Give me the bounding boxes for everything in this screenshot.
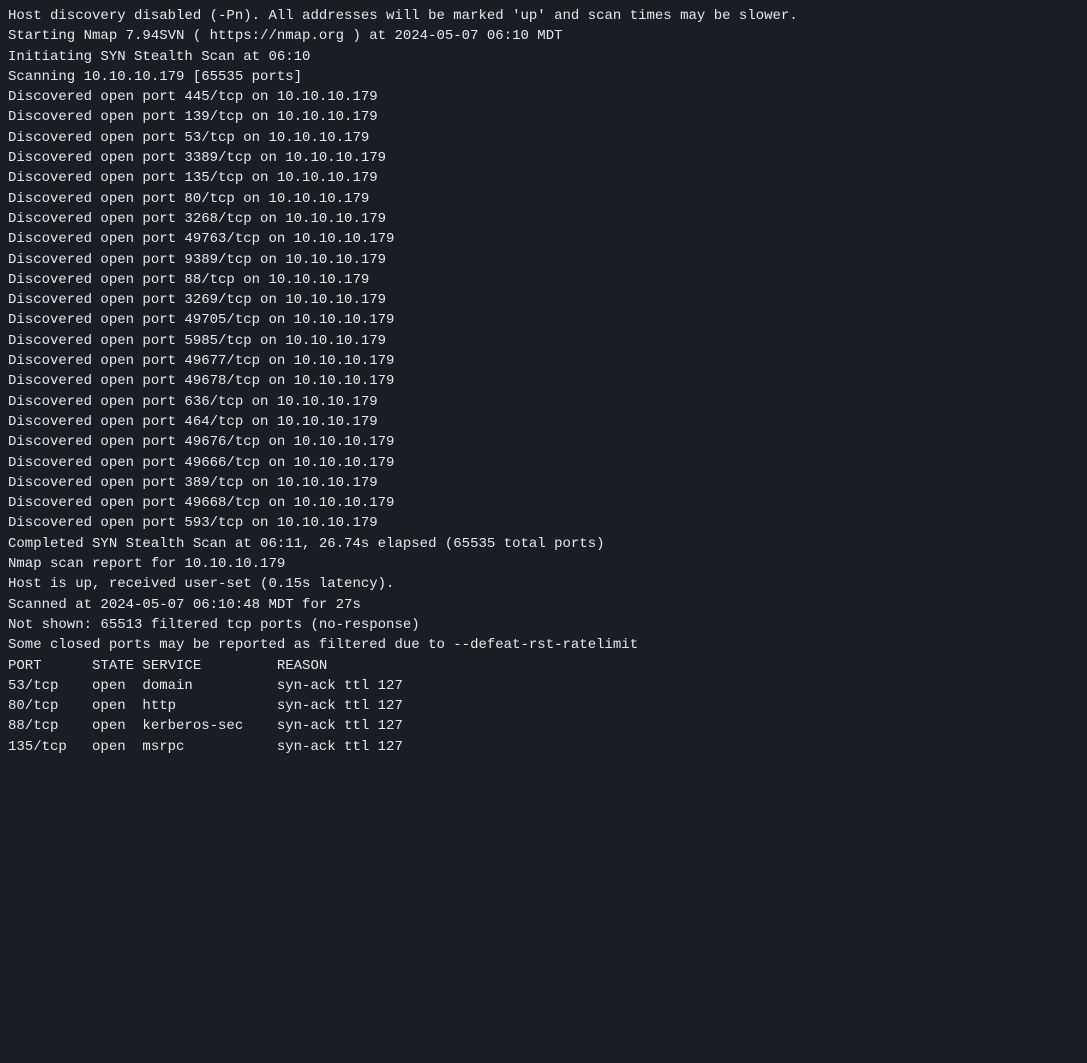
terminal-line: Discovered open port 135/tcp on 10.10.10… [8, 168, 1079, 188]
terminal-line: Host discovery disabled (-Pn). All addre… [8, 6, 1079, 26]
terminal-line: Some closed ports may be reported as fil… [8, 635, 1079, 655]
terminal-output: Host discovery disabled (-Pn). All addre… [8, 6, 1079, 757]
terminal-line: Discovered open port 80/tcp on 10.10.10.… [8, 189, 1079, 209]
terminal-line: Completed SYN Stealth Scan at 06:11, 26.… [8, 534, 1079, 554]
terminal-line: Nmap scan report for 10.10.10.179 [8, 554, 1079, 574]
terminal-line: Discovered open port 49677/tcp on 10.10.… [8, 351, 1079, 371]
terminal-line: Scanning 10.10.10.179 [65535 ports] [8, 67, 1079, 87]
terminal-line: Discovered open port 88/tcp on 10.10.10.… [8, 270, 1079, 290]
terminal-line: Discovered open port 49705/tcp on 10.10.… [8, 310, 1079, 330]
terminal-line: Discovered open port 49676/tcp on 10.10.… [8, 432, 1079, 452]
terminal-line: Discovered open port 139/tcp on 10.10.10… [8, 107, 1079, 127]
terminal-line: 80/tcp open http syn-ack ttl 127 [8, 696, 1079, 716]
terminal-line: Discovered open port 636/tcp on 10.10.10… [8, 392, 1079, 412]
terminal-line: Discovered open port 49666/tcp on 10.10.… [8, 453, 1079, 473]
terminal-line: Discovered open port 3389/tcp on 10.10.1… [8, 148, 1079, 168]
terminal-line: Discovered open port 53/tcp on 10.10.10.… [8, 128, 1079, 148]
terminal-line: Initiating SYN Stealth Scan at 06:10 [8, 47, 1079, 67]
terminal-line: Discovered open port 5985/tcp on 10.10.1… [8, 331, 1079, 351]
terminal-line: PORT STATE SERVICE REASON [8, 656, 1079, 676]
terminal-line: Starting Nmap 7.94SVN ( https://nmap.org… [8, 26, 1079, 46]
terminal-line: Scanned at 2024-05-07 06:10:48 MDT for 2… [8, 595, 1079, 615]
terminal-line: 135/tcp open msrpc syn-ack ttl 127 [8, 737, 1079, 757]
terminal-line: Host is up, received user-set (0.15s lat… [8, 574, 1079, 594]
terminal-line: Discovered open port 3269/tcp on 10.10.1… [8, 290, 1079, 310]
terminal-line: 53/tcp open domain syn-ack ttl 127 [8, 676, 1079, 696]
terminal-line: Discovered open port 9389/tcp on 10.10.1… [8, 250, 1079, 270]
terminal-line: Discovered open port 49668/tcp on 10.10.… [8, 493, 1079, 513]
terminal-line: Not shown: 65513 filtered tcp ports (no-… [8, 615, 1079, 635]
terminal-line: Discovered open port 593/tcp on 10.10.10… [8, 513, 1079, 533]
terminal-line: Discovered open port 49678/tcp on 10.10.… [8, 371, 1079, 391]
terminal-line: 88/tcp open kerberos-sec syn-ack ttl 127 [8, 716, 1079, 736]
terminal-line: Discovered open port 389/tcp on 10.10.10… [8, 473, 1079, 493]
terminal-line: Discovered open port 464/tcp on 10.10.10… [8, 412, 1079, 432]
terminal-line: Discovered open port 49763/tcp on 10.10.… [8, 229, 1079, 249]
terminal-line: Discovered open port 445/tcp on 10.10.10… [8, 87, 1079, 107]
terminal-line: Discovered open port 3268/tcp on 10.10.1… [8, 209, 1079, 229]
